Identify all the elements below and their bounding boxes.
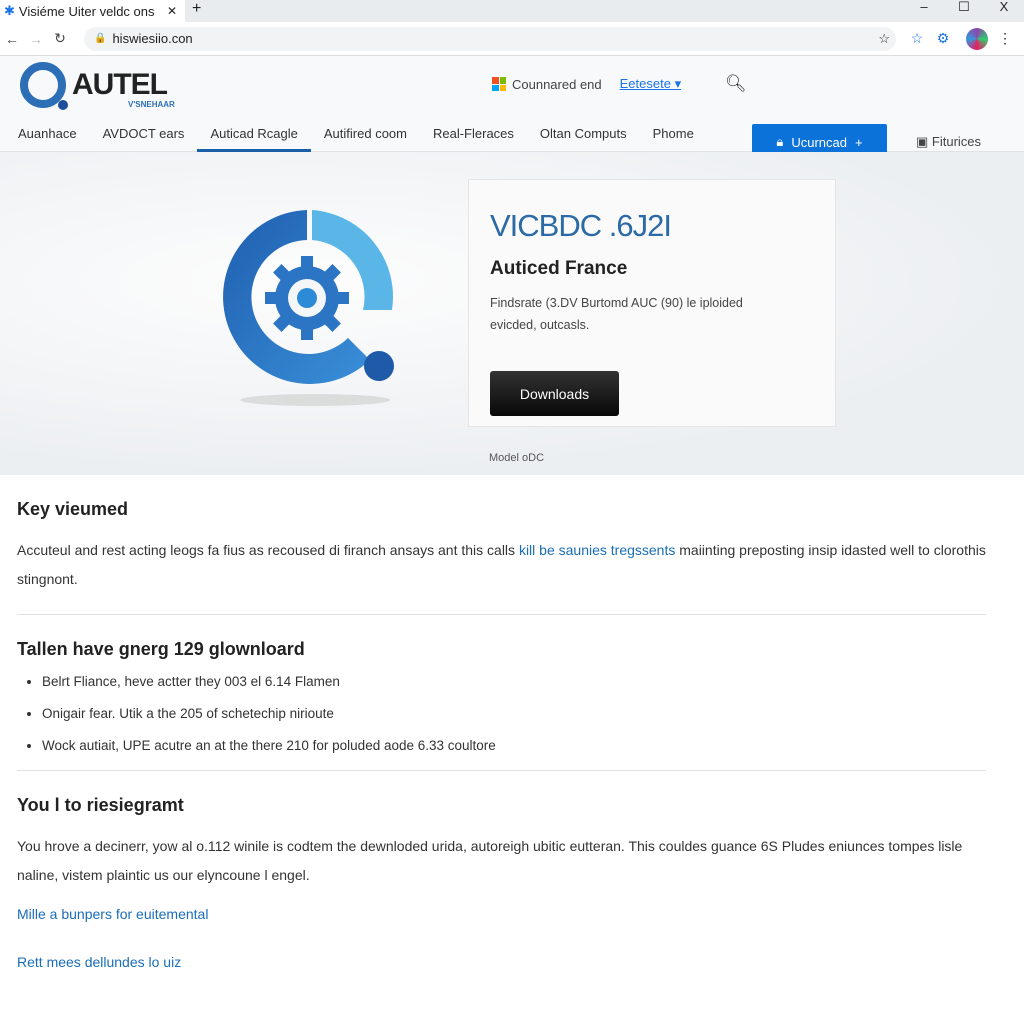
list-item: Wock autiait, UPE acutre an at the there… [42, 738, 986, 753]
hero-banner: VICBDC .6J2I Auticed France Findsrate (3… [0, 152, 1024, 475]
features-icon: ▣ [916, 134, 929, 149]
nav-item-active[interactable]: Auticad Rcagle [197, 116, 312, 152]
list-item: Onigair fear. Utik a the 205 of schetech… [42, 706, 986, 721]
site-header: AUTEL V'SNEHAAR Counnared end Eetesete ▾… [0, 56, 1024, 116]
divider [17, 614, 986, 615]
logo-icon [20, 62, 68, 110]
lock-icon: 🔒 [94, 33, 107, 44]
nav-item[interactable]: AVDOCT ears [90, 116, 198, 152]
section-heading: Key vieumed [17, 499, 129, 519]
paragraph-text: Accuteul and rest acting leogs fa fius a… [17, 542, 519, 558]
product-description: Findsrate (3.DV Burtomd AUC (90) le iplo… [490, 296, 743, 332]
browser-tab-bar: ✱ Visiéme Uiter veldc ons ✕ + – ☐ X [0, 0, 1024, 22]
maximize-button[interactable]: ☐ [944, 0, 984, 14]
url-input[interactable]: 🔒 hiswiesiio.con ☆ [84, 26, 896, 51]
plus-icon: + [854, 134, 863, 150]
list-item: Belrt Fliance, heve actter they 003 el 6… [42, 674, 986, 689]
section-paragraph: You hrove a decinerr, yow al o.112 winil… [17, 838, 963, 883]
windows-icon [492, 77, 506, 91]
browser-tab[interactable]: ✱ Visiéme Uiter veldc ons ✕ [0, 0, 185, 22]
new-tab-button[interactable]: + [192, 0, 201, 18]
back-icon[interactable]: ← [0, 31, 24, 47]
download-button-label: Ucurncad [791, 134, 847, 150]
browser-menu-icon[interactable]: ⋮ [998, 30, 1012, 47]
product-card: VICBDC .6J2I Auticed France Findsrate (3… [468, 179, 836, 427]
logo-text: AUTEL [72, 68, 168, 101]
text-link[interactable]: Mille a bunpers for euitemental [17, 906, 986, 922]
main-content: Key vieumed Accuteul and rest acting leo… [0, 499, 1024, 970]
text-link[interactable]: Rett mees dellundes lo uiz [17, 954, 986, 970]
logo-subtext: V'SNEHAAR [128, 100, 175, 109]
extension-star-icon[interactable]: ☆ [904, 30, 930, 47]
url-text: hiswiesiio.con [112, 31, 193, 46]
autel-logo[interactable]: AUTEL V'SNEHAAR [20, 62, 175, 110]
model-title: VICBDC .6J2I [490, 208, 672, 243]
close-window-button[interactable]: X [984, 0, 1024, 14]
lock-icon: 🔒︎ [776, 134, 784, 149]
nav-item[interactable]: Real-Fleraces [420, 116, 527, 152]
language-value: Eetesete [619, 76, 671, 91]
product-name: Auticed France [490, 258, 628, 279]
diagnostic-gear-logo-icon [223, 210, 394, 406]
nav-item[interactable]: Phome [640, 116, 707, 152]
section-heading: You l to riesiegramt [17, 795, 184, 815]
nav-item[interactable]: Oltan Computs [527, 116, 640, 152]
address-bar-row: ← → ↻ 🔒 hiswiesiio.con ☆ ☆ ⚙ ⋮ [0, 22, 1024, 56]
nav-item[interactable]: Auanhace [0, 116, 90, 152]
minimize-button[interactable]: – [904, 0, 944, 14]
tab-favicon-icon: ✱ [4, 3, 15, 18]
tab-title: Visiéme Uiter veldc ons [18, 3, 155, 19]
forward-icon[interactable]: → [24, 31, 48, 47]
reload-icon[interactable]: ↻ [48, 30, 72, 47]
features-link[interactable]: ▣ Fiturices [916, 134, 981, 150]
partner-link[interactable]: Counnared end [512, 77, 602, 92]
downloads-button[interactable]: Downloads [490, 371, 619, 416]
search-icon[interactable]: 🔍︎ [725, 74, 747, 94]
nav-item[interactable]: Autifired coom [311, 116, 420, 152]
features-label: Fiturices [931, 134, 982, 149]
inline-link[interactable]: kill be saunies tregssents [519, 542, 675, 558]
chevron-down-icon: ▾ [674, 76, 682, 91]
divider [17, 770, 986, 771]
extension-gear-icon[interactable]: ⚙ [930, 30, 956, 47]
section-paragraph: Accuteul and rest acting leogs fa fius a… [17, 536, 986, 594]
model-caption: Model oDC [489, 452, 545, 464]
close-tab-icon[interactable]: ✕ [167, 4, 177, 18]
bookmark-star-icon[interactable]: ☆ [878, 31, 890, 47]
language-select[interactable]: Eetesete ▾ [620, 76, 681, 92]
section-heading: Tallen have gnerg 129 glownloard [17, 639, 305, 659]
profile-avatar[interactable] [966, 27, 988, 50]
feature-list: Belrt Fliance, heve actter they 003 el 6… [17, 674, 986, 753]
